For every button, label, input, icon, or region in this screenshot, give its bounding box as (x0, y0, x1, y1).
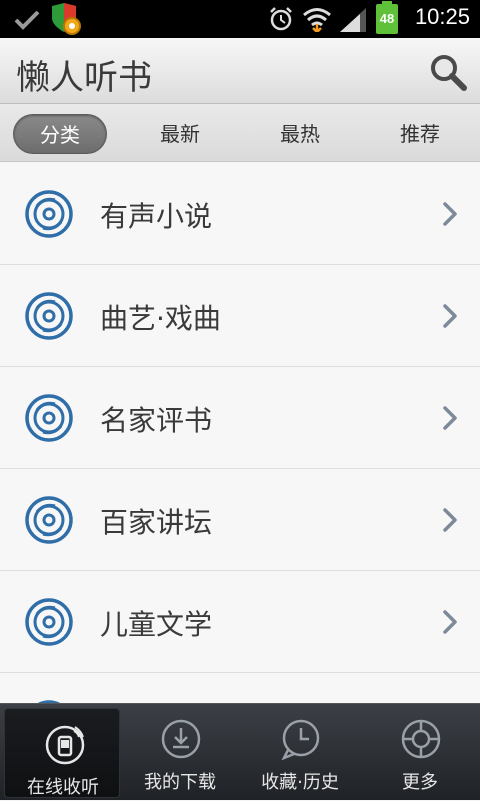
battery-level: 48 (379, 11, 395, 26)
list-item-label: 有声小说 (100, 200, 213, 233)
list-item-label: 曲艺·戏曲 (100, 302, 221, 335)
list-item-label: 名家评书 (100, 404, 213, 437)
disc-icon (25, 292, 73, 340)
tab-recommended[interactable]: 推荐 (373, 114, 467, 154)
chevron-right-icon (443, 202, 457, 226)
chevron-right-icon (443, 610, 457, 634)
nav-label: 更多 (402, 772, 438, 793)
list-item[interactable]: 曲艺·戏曲 (0, 265, 480, 367)
status-bar: 48 10:25 (0, 0, 480, 38)
chevron-right-icon (443, 508, 457, 532)
phone-radio-icon (45, 725, 85, 765)
download-icon (161, 719, 201, 759)
disc-icon (25, 190, 73, 238)
history-icon (281, 719, 320, 760)
clock: 10:25 (414, 4, 470, 29)
disc-icon (25, 394, 73, 442)
disc-icon (25, 598, 73, 646)
tab-latest[interactable]: 最新 (133, 114, 227, 154)
title-bar: 懒人听书 (0, 38, 480, 104)
tab-bar: 分类 最新 最热 推荐 (0, 104, 480, 162)
nav-label: 我的下载 (144, 772, 216, 793)
chevron-right-icon (443, 304, 457, 328)
list-item[interactable]: 百家讲坛 (0, 469, 480, 571)
list-item-label: 儿童文学 (100, 608, 213, 641)
search-icon[interactable] (428, 52, 468, 92)
alarm-icon (270, 7, 292, 31)
tab-hottest[interactable]: 最热 (253, 114, 347, 154)
nav-online-listen[interactable]: 在线收听 (4, 708, 120, 798)
shield-icon (52, 3, 81, 35)
disc-icon (25, 496, 73, 544)
list-item[interactable]: 有声小说 (0, 163, 480, 265)
check-icon (14, 10, 40, 30)
category-list: 有声小说 曲艺·戏曲 名家评书 百家讲坛 儿童文学 (0, 163, 480, 703)
nav-my-downloads[interactable]: 我的下载 (120, 704, 240, 801)
app-title: 懒人听书 (16, 58, 152, 98)
nav-more[interactable]: 更多 (360, 704, 480, 801)
list-item-partial[interactable] (0, 673, 480, 703)
nav-label: 收藏·历史 (261, 772, 339, 793)
bottom-nav: 在线收听 我的下载 收藏·历史 更多 (0, 703, 480, 800)
nav-label: 在线收听 (27, 777, 99, 798)
tab-category[interactable]: 分类 (13, 114, 107, 154)
list-item[interactable]: 名家评书 (0, 367, 480, 469)
nav-favorites-history[interactable]: 收藏·历史 (240, 704, 360, 801)
chevron-right-icon (443, 406, 457, 430)
list-item[interactable]: 儿童文学 (0, 571, 480, 673)
more-icon (401, 719, 441, 759)
battery-icon: 48 (376, 1, 398, 34)
wifi-icon (303, 8, 331, 32)
signal-icon (340, 8, 366, 32)
list-item-label: 百家讲坛 (100, 506, 213, 539)
